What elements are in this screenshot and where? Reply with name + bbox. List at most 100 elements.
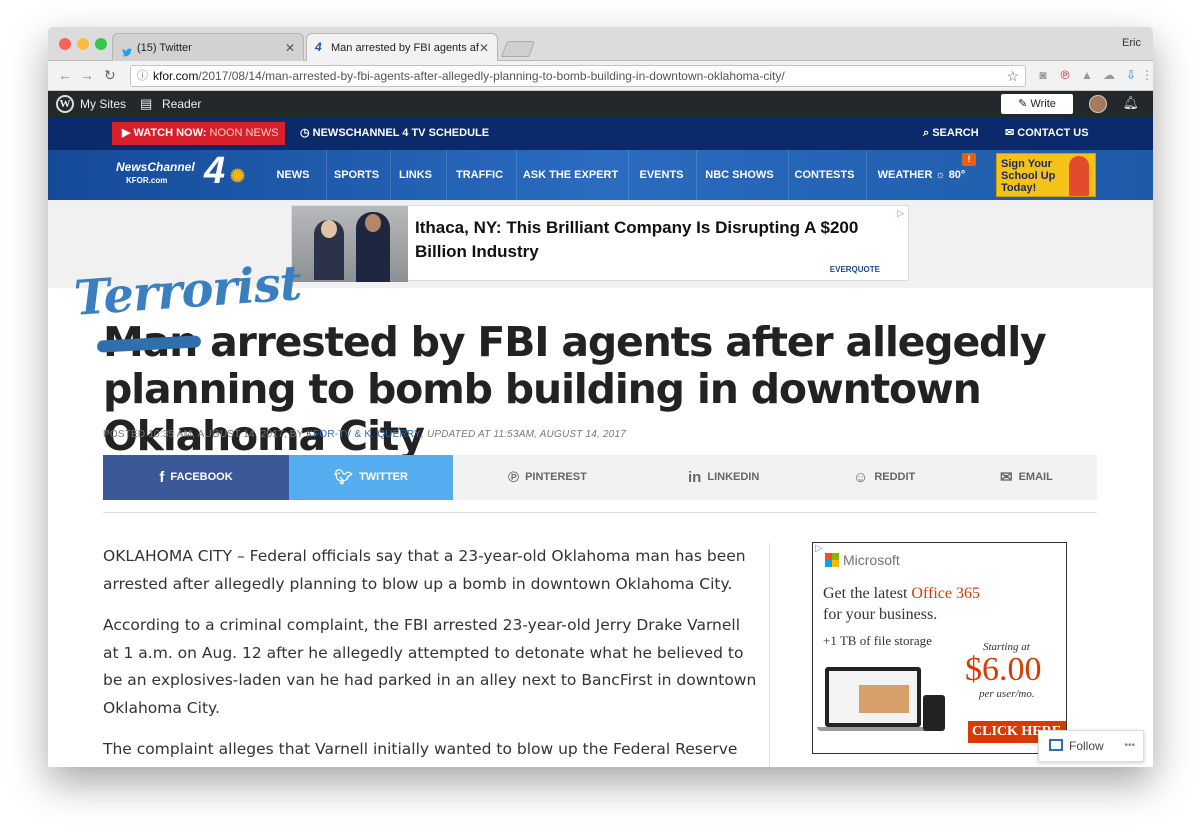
meta-posted: POSTED 10:35 AM, AUGUST 14, 2017, BY (103, 429, 307, 440)
school-promo-banner[interactable]: Sign Your School Up Today! (996, 153, 1096, 197)
drive-extension-icon[interactable]: ▲ (1080, 68, 1094, 82)
article-meta: POSTED 10:35 AM, AUGUST 14, 2017, BY KFO… (103, 429, 626, 440)
bookmark-star-icon[interactable]: ☆ (1006, 66, 1019, 86)
nav-contests[interactable]: CONTESTS (788, 150, 860, 200)
search-icon: ⌕ (923, 127, 933, 139)
tab-label: Man arrested by FBI agents af (331, 42, 479, 54)
new-tab-button[interactable] (501, 41, 535, 57)
address-bar[interactable]: ⓘ kfor.com/2017/08/14/man-arrested-by-fb… (130, 65, 1026, 87)
play-icon: ▶ (122, 127, 134, 139)
share-linkedin-button[interactable]: in LINKEDIN (688, 455, 759, 500)
share-twitter-button[interactable]: 🐦︎ TWITTER (289, 455, 453, 500)
search-label: SEARCH (932, 127, 979, 139)
facebook-icon: f (159, 469, 165, 486)
search-link[interactable]: ⌕ SEARCH (923, 117, 979, 150)
weather-alert-icon[interactable]: ! (962, 153, 976, 166)
share-email-button[interactable]: ✉ EMAIL (1000, 455, 1053, 500)
site-main-nav: NewsChannel KFOR.com 4 ✺ NEWS SPORTS LIN… (48, 150, 1153, 200)
nav-weather[interactable]: WEATHER ☼ 80° (866, 150, 976, 200)
ad-line: +1 TB of file storage (823, 633, 932, 648)
nav-links[interactable]: LINKS (390, 150, 440, 200)
banner-ad[interactable]: Ithaca, NY: This Brilliant Company Is Di… (291, 205, 909, 282)
reload-icon[interactable]: ↻ (104, 67, 116, 84)
phone-image (923, 695, 945, 731)
nav-traffic[interactable]: TRAFFIC (446, 150, 512, 200)
pencil-icon: ✎ (1018, 98, 1031, 110)
tab-kfor-article[interactable]: 4 Man arrested by FBI agents af ✕ (306, 33, 498, 62)
microsoft-logo-icon (825, 553, 839, 567)
twitter-bird-icon (121, 42, 133, 57)
ad-line: Get the latest Office 365 (823, 585, 980, 602)
tab-twitter[interactable]: (15) Twitter ✕ (112, 33, 304, 61)
sun-icon: ☼ (935, 169, 946, 181)
share-label: FACEBOOK (170, 471, 233, 483)
site-top-nav: ▶ WATCH NOW: NOON NEWS ◷ NEWSCHANNEL 4 T… (48, 117, 1153, 150)
paragraph: According to a criminal complaint, the F… (103, 616, 757, 717)
close-tab-icon[interactable]: ✕ (285, 34, 295, 61)
url-host: kfor.com (153, 69, 199, 83)
watch-now-label: WATCH NOW: (133, 127, 207, 139)
notifications-icon[interactable]: 🔔︎ (1122, 95, 1139, 111)
nav-ask-the-expert[interactable]: ASK THE EXPERT (516, 150, 624, 200)
ad-per: per user/mo. (979, 688, 1035, 700)
zoom-window-button[interactable] (95, 38, 107, 50)
more-icon[interactable]: ••• (1124, 731, 1135, 761)
kfor-4-icon: 4 (315, 40, 322, 54)
pinterest-extension-icon[interactable]: ℗ (1058, 68, 1072, 82)
struck-word: Man (103, 318, 198, 366)
tv-schedule-link[interactable]: ◷ NEWSCHANNEL 4 TV SCHEDULE (300, 117, 489, 150)
nav-sports[interactable]: SPORTS (326, 150, 386, 200)
back-arrow-icon[interactable]: ← (58, 67, 72, 83)
info-icon[interactable]: ⓘ (137, 66, 148, 86)
tab-strip: (15) Twitter ✕ 4 Man arrested by FBI age… (48, 27, 1153, 62)
tv-schedule-label: NEWSCHANNEL 4 TV SCHEDULE (312, 127, 490, 139)
email-icon: ✉ (1000, 469, 1013, 486)
microsoft-ad[interactable]: ▷ Microsoft Get the latest Office 365 fo… (812, 542, 1067, 754)
profile-name[interactable]: Eric (1122, 37, 1141, 49)
promo-text: Sign Your School Up Today! (1001, 158, 1056, 194)
browser-toolbar: ← → ↻ ⓘ kfor.com/2017/08/14/man-arrested… (48, 61, 1153, 91)
camera-extension-icon[interactable]: ◙ (1036, 68, 1050, 82)
cloud-extension-icon[interactable]: ☁ (1102, 68, 1116, 82)
forward-arrow-icon[interactable]: → (80, 67, 94, 83)
share-pinterest-button[interactable]: ℗ PINTEREST (508, 455, 587, 500)
watch-now-button[interactable]: ▶ WATCH NOW: NOON NEWS (112, 122, 285, 145)
share-label: REDDIT (874, 471, 916, 483)
linkedin-icon: in (688, 469, 702, 486)
ad-line: for your business. (823, 606, 938, 623)
logo-site: KFOR.com (126, 176, 168, 185)
reader-icon: ▤ (140, 96, 153, 111)
adchoices-icon[interactable]: ▷ (897, 208, 904, 219)
adchoices-icon[interactable]: ▷ (815, 543, 823, 554)
wordpress-logo-icon[interactable]: W (56, 95, 74, 113)
menu-dots-icon[interactable]: ⋮ (1140, 68, 1153, 82)
reader-link[interactable]: Reader (162, 91, 201, 117)
close-tab-icon[interactable]: ✕ (479, 34, 489, 62)
ad-price: $6.00 (965, 651, 1042, 688)
watch-program: NOON NEWS (209, 127, 279, 139)
laptop-image (825, 667, 921, 727)
avatar[interactable] (1089, 95, 1107, 113)
nav-nbc-shows[interactable]: NBC SHOWS (696, 150, 782, 200)
contact-link[interactable]: ✉ CONTACT US (1005, 117, 1089, 150)
my-sites-link[interactable]: My Sites (80, 91, 126, 117)
share-label: LINKEDIN (707, 471, 760, 483)
follow-button[interactable]: Follow ••• (1038, 730, 1144, 762)
ad-brand: EVERQUOTE (829, 265, 880, 274)
share-facebook-button[interactable]: f FACEBOOK (103, 455, 289, 500)
close-window-button[interactable] (59, 38, 71, 50)
divider (103, 512, 1097, 513)
ad-brand: Microsoft (825, 552, 900, 568)
nav-news[interactable]: NEWS (266, 150, 320, 200)
share-label: PINTEREST (525, 471, 587, 483)
nav-events[interactable]: EVENTS (628, 150, 694, 200)
follow-icon (1049, 739, 1063, 751)
pinterest-icon: ℗ (508, 469, 520, 486)
write-label: Write (1030, 98, 1056, 110)
site-logo[interactable]: NewsChannel KFOR.com 4 ✺ (114, 150, 254, 194)
download-extension-icon[interactable]: ⇩ (1124, 68, 1138, 82)
minimize-window-button[interactable] (77, 38, 89, 50)
author-link[interactable]: KFOR-TV & K. QUERRY (306, 429, 421, 440)
share-reddit-button[interactable]: ☺ REDDIT (853, 455, 915, 500)
write-button[interactable]: ✎ Write (1001, 94, 1073, 114)
